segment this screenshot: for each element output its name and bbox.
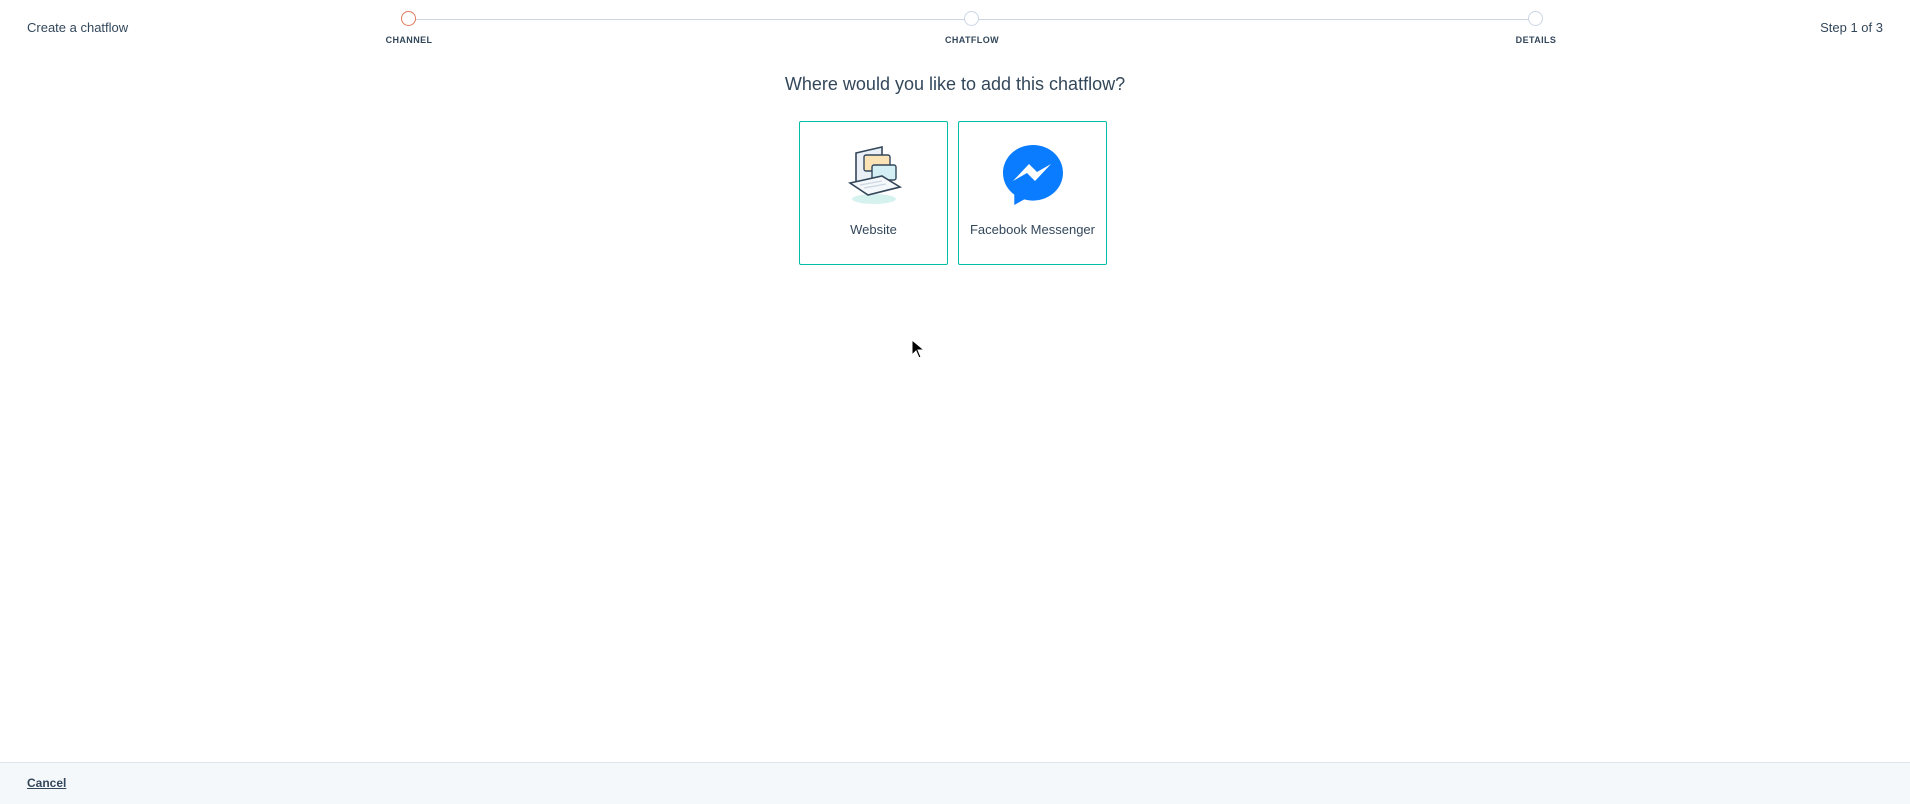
- messenger-icon: [1001, 143, 1065, 207]
- channel-question: Where would you like to add this chatflo…: [784, 74, 1126, 94]
- laptop-chat-icon: [842, 143, 906, 207]
- step-dot-details: [1528, 11, 1543, 26]
- footer-bar: Cancel: [0, 762, 1910, 804]
- step-dot-channel: [401, 11, 416, 26]
- website-option-card[interactable]: Website: [799, 121, 948, 265]
- facebook-messenger-option-card[interactable]: Facebook Messenger: [958, 121, 1107, 265]
- page-title: Create a chatflow: [27, 20, 129, 35]
- step-label-channel: CHANNEL: [385, 35, 433, 45]
- cancel-link[interactable]: Cancel: [27, 776, 66, 790]
- page: Create a chatflow CHANNEL CHATFLOW DETAI…: [0, 0, 1910, 804]
- step-indicator: Step 1 of 3: [1820, 20, 1883, 35]
- channel-options: Website Facebook Messenger: [799, 121, 1107, 265]
- mouse-cursor-icon: [911, 338, 926, 359]
- step-label-details: DETAILS: [1515, 35, 1557, 45]
- step-dot-chatflow: [964, 11, 979, 26]
- facebook-messenger-option-label: Facebook Messenger: [969, 222, 1095, 237]
- progress-stepper: CHANNEL CHATFLOW DETAILS: [386, 11, 1556, 49]
- website-option-label: Website: [850, 222, 897, 237]
- header: Create a chatflow CHANNEL CHATFLOW DETAI…: [0, 0, 1910, 60]
- step-label-chatflow: CHATFLOW: [944, 35, 1000, 45]
